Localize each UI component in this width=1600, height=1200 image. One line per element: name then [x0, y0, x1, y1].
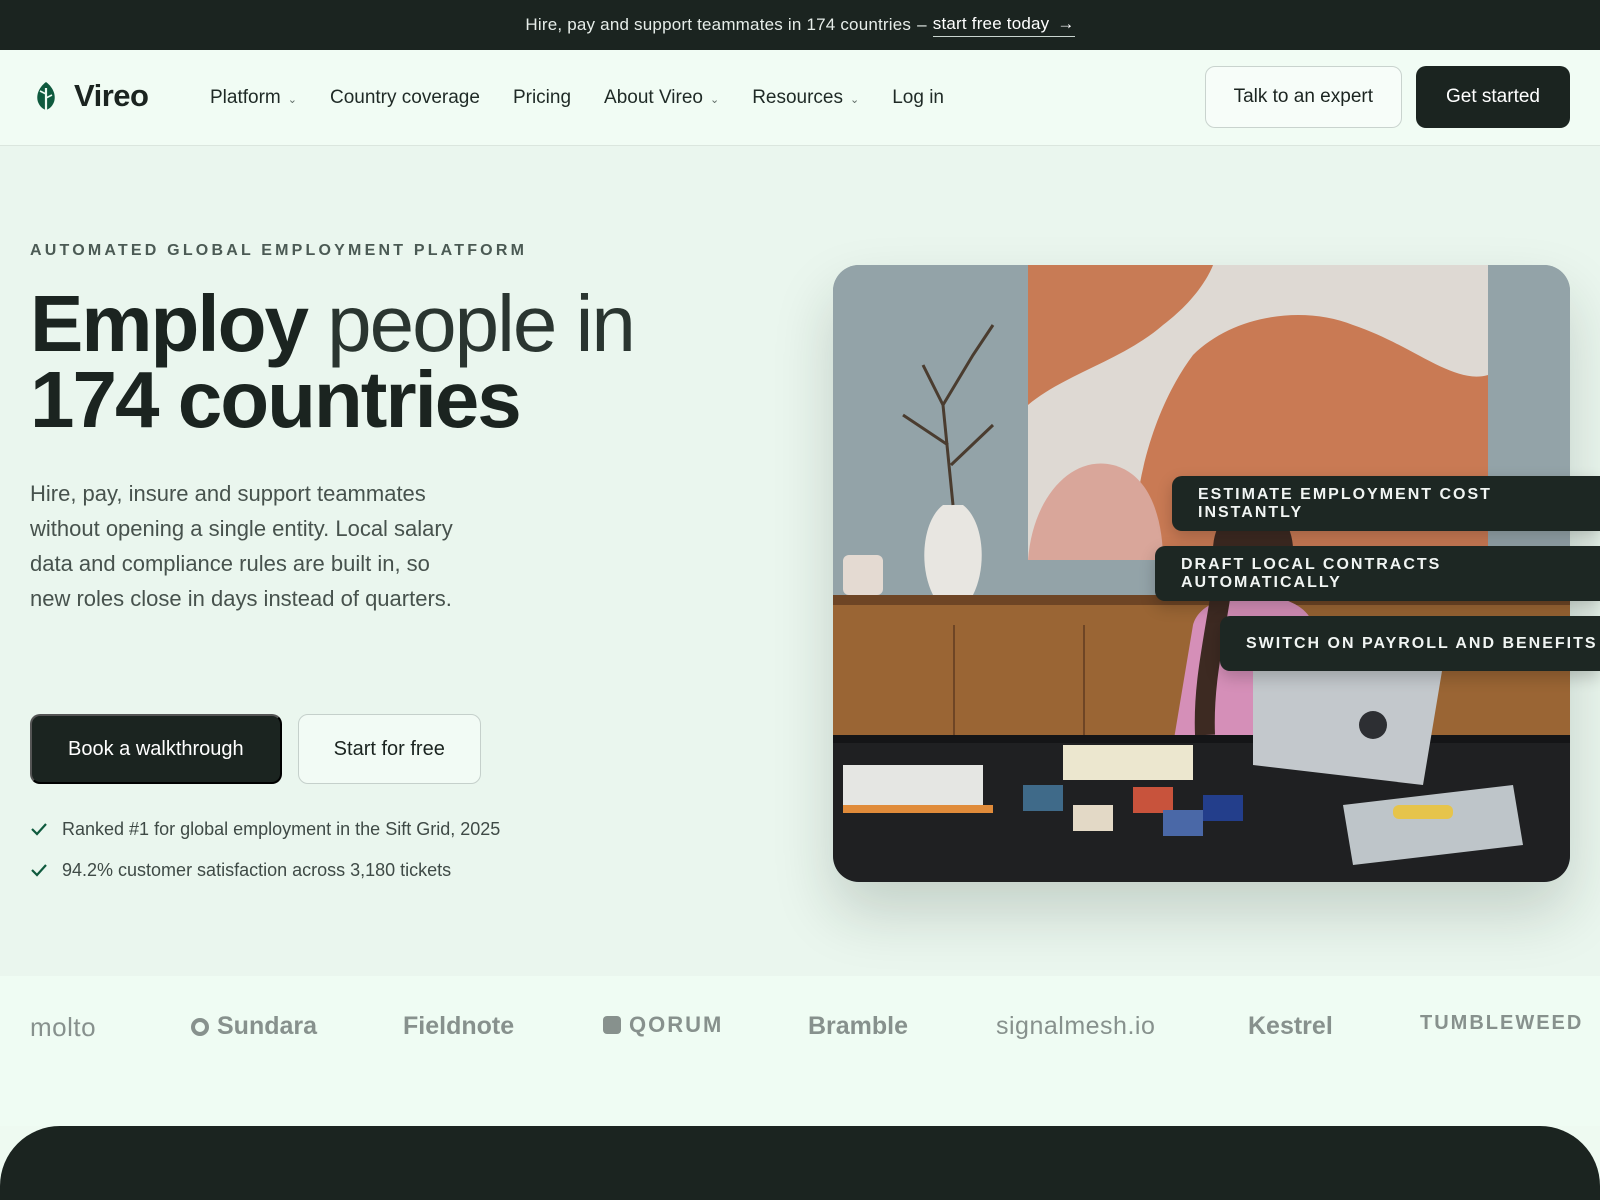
customer-logo: molto [30, 1012, 96, 1043]
chevron-down-icon: ⌄ [850, 93, 860, 106]
logo-text: signalmesh.io [996, 1012, 1156, 1040]
brand-logo[interactable]: Vireo [32, 78, 149, 114]
announcement-bar: Hire, pay and support teammates in 174 c… [0, 0, 1600, 50]
arrow-right-icon: → [1057, 13, 1075, 33]
nav-item-label: Platform [210, 87, 281, 108]
logo-text: QORUM [629, 1012, 724, 1037]
headline-bold-2: 174 countries [30, 355, 522, 444]
nav-item-about[interactable]: About Vireo ⌄ [604, 87, 719, 109]
feature-pill-label: SWITCH ON PAYROLL AND BENEFITS [1246, 634, 1598, 652]
hero-headline: Employ people in 174 countries [30, 284, 750, 440]
feature-pill-estimate[interactable]: ESTIMATE EMPLOYMENT COST INSTANTLY [1172, 476, 1600, 531]
customer-logo: Fieldnote [403, 1012, 514, 1041]
feature-pill-label: ESTIMATE EMPLOYMENT COST INSTANTLY [1198, 485, 1492, 521]
nav-item-login[interactable]: Log in [892, 87, 944, 109]
customer-logo: TUMBLEWEED [1420, 1012, 1583, 1035]
main-nav: Vireo Platform ⌄ Country coverage Pricin… [0, 50, 1600, 146]
check-icon [31, 864, 47, 877]
nav-item-pricing[interactable]: Pricing [513, 87, 571, 109]
customer-logo: QORUM [603, 1012, 723, 1038]
nav-item-label: Resources [752, 87, 844, 108]
hero-lede: Hire, pay, insure and support teammates … [30, 481, 453, 611]
talk-to-expert-button[interactable]: Talk to an expert [1204, 66, 1402, 128]
hero-cta-row: Book a walkthrough Start for free [30, 714, 481, 784]
announcement-link[interactable]: start free today → [932, 13, 1075, 37]
logo-text: Fieldnote [403, 1012, 515, 1040]
brand-name: Vireo [74, 78, 149, 113]
proof-text: 94.2% customer satisfaction across 3,180… [62, 859, 452, 880]
hero-eyebrow: AUTOMATED GLOBAL EMPLOYMENT PLATFORM [30, 242, 528, 259]
logo-text: TUMBLEWEED [1420, 1012, 1584, 1034]
nav-actions: Talk to an expert Get started [1204, 66, 1570, 128]
nav-item-label: Country coverage [329, 87, 480, 108]
leaf-icon [37, 82, 55, 110]
nav-menu: Platform ⌄ Country coverage Pricing Abou… [210, 50, 944, 146]
announcement-text: Hire, pay and support teammates in 174 c… [525, 15, 912, 34]
ring-icon [191, 1017, 209, 1036]
nav-item-label: Log in [892, 87, 945, 108]
check-icon [31, 823, 47, 836]
nav-item-label: Pricing [512, 87, 572, 108]
chevron-down-icon: ⌄ [287, 93, 297, 106]
book-walkthrough-button[interactable]: Book a walkthrough [30, 714, 282, 784]
chevron-down-icon: ⌄ [709, 93, 720, 106]
nav-item-country-coverage[interactable]: Country coverage [330, 87, 480, 109]
logo-text: Bramble [808, 1012, 909, 1040]
logo-text: Sundara [217, 1012, 318, 1040]
start-free-button[interactable]: Start for free [297, 714, 481, 784]
list-item: Ranked #1 for global employment in the S… [30, 818, 500, 840]
customer-logo: signalmesh.io [996, 1012, 1155, 1041]
proof-text: Ranked #1 for global employment in the S… [62, 818, 501, 839]
customer-logo: Bramble [808, 1012, 908, 1041]
dark-section [0, 1126, 1600, 1200]
announcement-separator: – [917, 15, 927, 34]
list-item: 94.2% customer satisfaction across 3,180… [30, 859, 500, 881]
nav-item-platform[interactable]: Platform ⌄ [210, 87, 297, 109]
feature-pill-contracts[interactable]: DRAFT LOCAL CONTRACTS AUTOMATICALLY [1155, 546, 1600, 601]
feature-pill-payroll[interactable]: SWITCH ON PAYROLL AND BENEFITS [1220, 616, 1600, 671]
feature-pill-label: DRAFT LOCAL CONTRACTS AUTOMATICALLY [1181, 555, 1442, 591]
customer-logo: Sundara [191, 1012, 317, 1041]
nav-item-resources[interactable]: Resources ⌄ [752, 87, 859, 109]
announcement-link-text: start free today [932, 13, 1050, 33]
get-started-button[interactable]: Get started [1416, 66, 1570, 128]
hero-section: AUTOMATED GLOBAL EMPLOYMENT PLATFORM Emp… [0, 146, 1600, 976]
social-proof-list: Ranked #1 for global employment in the S… [30, 818, 500, 900]
square-icon [603, 1016, 621, 1034]
customer-logo: Kestrel [1248, 1012, 1333, 1041]
customer-logos: molto Sundara Fieldnote QORUM Bramble si… [0, 976, 1600, 1126]
logo-text: Kestrel [1248, 1012, 1333, 1040]
nav-item-label: About Vireo [604, 87, 703, 108]
logo-text: molto [30, 1012, 97, 1042]
